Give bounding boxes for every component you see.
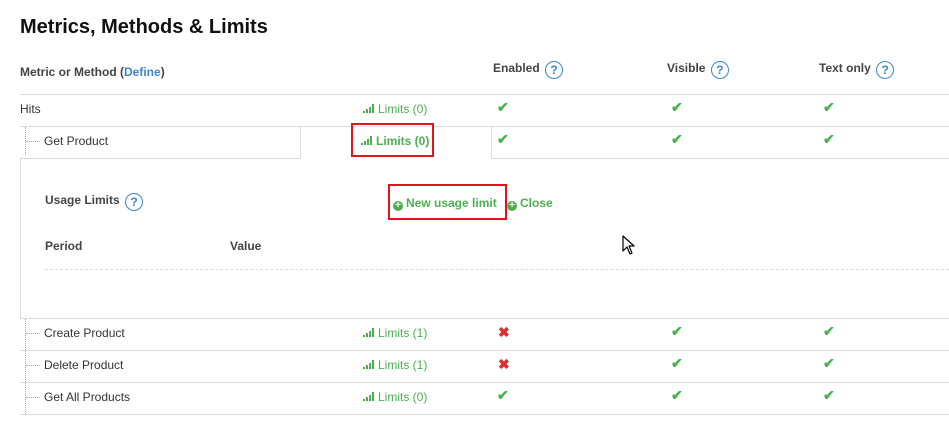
check-icon[interactable]: ✔ bbox=[671, 355, 683, 372]
help-icon[interactable]: ? bbox=[876, 61, 895, 79]
mouse-cursor-icon bbox=[622, 235, 635, 255]
check-icon[interactable]: ✔ bbox=[497, 131, 509, 148]
check-icon[interactable]: ✔ bbox=[823, 131, 835, 148]
panel-border bbox=[20, 158, 301, 159]
row-name-get-product: Get Product bbox=[44, 134, 109, 148]
highlight-box bbox=[388, 184, 507, 220]
bar-chart-icon bbox=[363, 328, 375, 337]
check-icon[interactable]: ✔ bbox=[823, 355, 835, 372]
check-icon[interactable]: ✔ bbox=[671, 387, 683, 404]
check-icon[interactable]: ✔ bbox=[497, 387, 509, 404]
row-divider bbox=[20, 94, 949, 95]
cross-icon[interactable]: ✖ bbox=[498, 356, 510, 373]
row-divider bbox=[20, 350, 949, 351]
page-title: Metrics, Methods & Limits bbox=[20, 16, 268, 38]
limits-link-delete-product[interactable]: Limits (1) bbox=[363, 358, 427, 372]
metric-column-header: Metric or Method (Define) bbox=[20, 65, 165, 79]
text-only-column-header: Text only ? bbox=[819, 61, 895, 79]
bar-chart-icon bbox=[363, 360, 375, 369]
tree-connector bbox=[26, 397, 40, 398]
row-name-delete-product: Delete Product bbox=[44, 358, 124, 372]
bar-chart-icon bbox=[363, 392, 375, 401]
help-icon[interactable]: ? bbox=[125, 193, 144, 211]
panel-border bbox=[20, 158, 21, 318]
tree-connector bbox=[26, 141, 40, 142]
plus-circle-icon: + bbox=[507, 201, 517, 211]
row-name-get-all-products: Get All Products bbox=[44, 390, 131, 404]
bar-chart-icon bbox=[363, 104, 375, 113]
close-button[interactable]: + Close bbox=[507, 196, 553, 211]
row-divider bbox=[20, 318, 949, 319]
panel-border bbox=[491, 158, 949, 159]
check-icon[interactable]: ✔ bbox=[823, 323, 835, 340]
usage-limits-heading: Usage Limits ? bbox=[45, 193, 144, 211]
limits-link-create-product[interactable]: Limits (1) bbox=[363, 326, 427, 340]
check-icon[interactable]: ✔ bbox=[671, 99, 683, 116]
tree-connector bbox=[26, 365, 40, 366]
help-icon[interactable]: ? bbox=[710, 61, 729, 79]
cross-icon[interactable]: ✖ bbox=[498, 324, 510, 341]
row-name-create-product: Create Product bbox=[44, 326, 125, 340]
tree-connector bbox=[26, 333, 40, 334]
help-icon[interactable]: ? bbox=[545, 61, 564, 79]
row-divider bbox=[20, 382, 949, 383]
visible-column-header: Visible ? bbox=[667, 61, 729, 79]
check-icon[interactable]: ✔ bbox=[823, 99, 835, 116]
check-icon[interactable]: ✔ bbox=[671, 323, 683, 340]
usage-table-divider bbox=[45, 269, 949, 270]
panel-border bbox=[300, 126, 301, 158]
row-divider bbox=[20, 414, 949, 415]
highlight-box bbox=[351, 123, 434, 157]
value-column-header: Value bbox=[230, 239, 262, 253]
panel-border bbox=[491, 126, 492, 158]
period-column-header: Period bbox=[45, 239, 83, 253]
define-link[interactable]: Define bbox=[124, 65, 161, 79]
row-divider bbox=[20, 126, 949, 127]
row-name-hits: Hits bbox=[20, 102, 41, 116]
limits-link-hits[interactable]: Limits (0) bbox=[363, 102, 427, 116]
check-icon[interactable]: ✔ bbox=[497, 99, 509, 116]
check-icon[interactable]: ✔ bbox=[823, 387, 835, 404]
limits-link-get-all-products[interactable]: Limits (0) bbox=[363, 390, 427, 404]
enabled-column-header: Enabled ? bbox=[493, 61, 564, 79]
check-icon[interactable]: ✔ bbox=[671, 131, 683, 148]
